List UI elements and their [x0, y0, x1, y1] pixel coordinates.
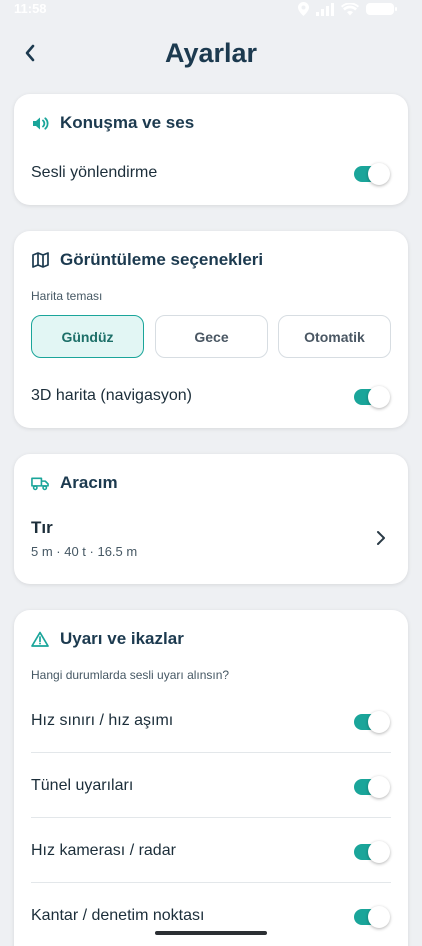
location-icon [298, 2, 309, 16]
alert-speed-camera-toggle[interactable] [354, 841, 390, 863]
vehicle-title-text: Aracım [60, 473, 118, 492]
alert-tunnel-label: Tünel uyarıları [31, 777, 134, 794]
toggle-knob [368, 386, 390, 408]
voice-guidance-toggle[interactable] [354, 163, 390, 185]
alert-weigh-station-toggle[interactable] [354, 906, 390, 928]
alert-weigh-station-label: Kantar / denetim noktası [31, 907, 205, 924]
status-bar: 11:58 [0, 0, 422, 20]
vehicle-select-row[interactable]: Tır 5 m · 40 t · 16.5 m [14, 510, 408, 570]
speech-card: Konuşma ve ses Sesli yönlendirme [14, 94, 408, 205]
status-icons [298, 2, 397, 16]
voice-guidance-label: Sesli yönlendirme [31, 164, 158, 181]
alert-speed-limit-toggle[interactable] [354, 711, 390, 733]
toggle-knob [368, 776, 390, 798]
speech-title-text: Konuşma ve ses [60, 113, 195, 132]
warning-icon [31, 630, 49, 648]
header: Ayarlar [0, 34, 422, 74]
alert-row-speed-limit: Hız sınırı / hız aşımı [14, 688, 408, 753]
map3d-toggle[interactable] [354, 386, 390, 408]
alert-row-weigh-station: Kantar / denetim noktası [14, 883, 408, 946]
vehicle-card-title: Aracım [31, 473, 118, 493]
vehicle-card: Aracım Tır 5 m · 40 t · 16.5 m [14, 454, 408, 584]
theme-day-button[interactable]: Gündüz [31, 315, 144, 358]
alert-speed-camera-label: Hız kamerası / radar [31, 842, 176, 859]
wifi-icon [341, 2, 359, 15]
toggle-knob [368, 711, 390, 733]
display-card: Görüntüleme seçenekleri Harita teması Gü… [14, 231, 408, 428]
page-title: Ayarlar [164, 38, 258, 68]
alert-row-speed-camera: Hız kamerası / radar [14, 818, 408, 883]
speaker-icon [31, 114, 49, 132]
status-time: 11:58 [14, 1, 47, 16]
alert-row-tunnel: Tünel uyarıları [14, 753, 408, 818]
battery-icon [366, 3, 397, 15]
alert-tunnel-toggle[interactable] [354, 776, 390, 798]
alerts-card: Uyarı ve ikazlar Hangi durumlarda sesli … [14, 610, 408, 946]
truck-icon [31, 474, 49, 492]
signal-icon [316, 2, 334, 16]
alert-speed-limit-label: Hız sınırı / hız aşımı [31, 712, 174, 729]
map-icon [31, 251, 49, 269]
alerts-card-title: Uyarı ve ikazlar [31, 629, 184, 649]
alerts-title-text: Uyarı ve ikazlar [60, 629, 184, 648]
theme-auto-button[interactable]: Otomatik [278, 315, 391, 358]
home-indicator [155, 931, 267, 935]
toggle-knob [368, 906, 390, 928]
vehicle-name: Tır [31, 518, 53, 537]
theme-night-button[interactable]: Gece [155, 315, 268, 358]
theme-label: Harita teması [31, 289, 103, 303]
map3d-label: 3D harita (navigasyon) [31, 387, 192, 404]
toggle-knob [368, 163, 390, 185]
chevron-right-icon [377, 531, 385, 545]
toggle-knob [368, 841, 390, 863]
alerts-subtitle: Hangi durumlarda sesli uyarı alınsın? [31, 668, 230, 682]
speech-card-title: Konuşma ve ses [31, 113, 194, 133]
vehicle-spec: 5 m · 40 t · 16.5 m [31, 544, 138, 559]
display-card-title: Görüntüleme seçenekleri [31, 250, 263, 270]
display-title-text: Görüntüleme seçenekleri [60, 250, 264, 269]
